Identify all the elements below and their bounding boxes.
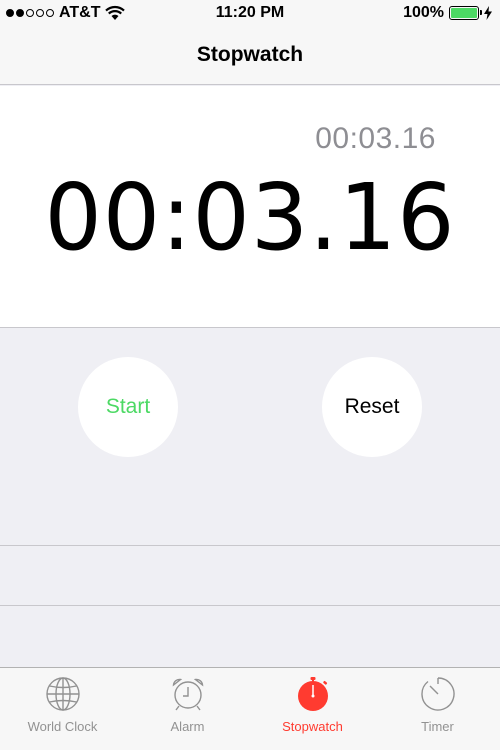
tab-bar: World Clock Alarm Stopwatch Timer — [0, 667, 500, 750]
page-title: Stopwatch — [196, 43, 304, 66]
globe-icon — [45, 677, 80, 711]
status-bar: AT&T 11:20 PM 100% — [0, 0, 500, 26]
signal-dot — [6, 9, 14, 17]
tab-stopwatch[interactable]: Stopwatch — [250, 668, 375, 750]
lap-time: 00:03.16 — [315, 122, 436, 155]
signal-dot — [16, 9, 24, 17]
signal-dot — [26, 9, 34, 17]
wifi-icon — [105, 5, 126, 20]
tab-label: Alarm — [170, 719, 205, 734]
stopwatch-icon — [297, 677, 328, 711]
tab-alarm[interactable]: Alarm — [125, 668, 250, 750]
battery-fill — [451, 8, 477, 18]
time-display: 00:03.16 00:03.16 — [0, 86, 500, 328]
charging-bolt-icon — [484, 6, 492, 20]
timer-icon — [420, 677, 455, 711]
battery-percent: 100% — [403, 4, 444, 21]
tab-label: World Clock — [27, 719, 98, 734]
signal-strength-icon — [6, 9, 54, 17]
controls-area: Start Reset — [0, 329, 500, 545]
tab-label: Stopwatch — [282, 719, 343, 734]
reset-button[interactable]: Reset — [322, 357, 422, 457]
battery-icon — [449, 6, 482, 20]
carrier-name: AT&T — [59, 4, 101, 21]
lap-row — [0, 605, 500, 665]
tab-world-clock[interactable]: World Clock — [0, 668, 125, 750]
signal-dot — [36, 9, 44, 17]
status-right: 100% — [403, 4, 492, 22]
start-button[interactable]: Start — [78, 357, 178, 457]
lap-row — [0, 545, 500, 605]
tab-label: Timer — [421, 719, 454, 734]
navigation-bar: Stopwatch — [0, 26, 500, 85]
signal-dot — [46, 9, 54, 17]
main-time: 00:03.16 — [44, 164, 456, 271]
status-left: AT&T — [6, 4, 126, 22]
tab-timer[interactable]: Timer — [375, 668, 500, 750]
alarm-clock-icon — [172, 678, 203, 711]
